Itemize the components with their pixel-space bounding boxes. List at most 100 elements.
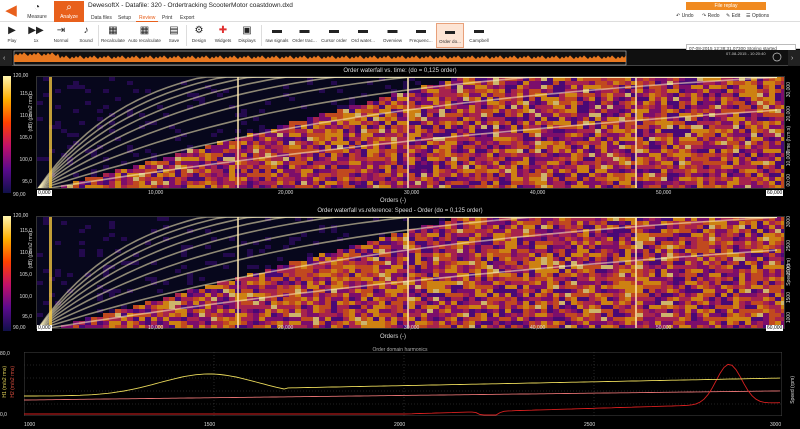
subtab-review[interactable]: Review	[136, 14, 159, 22]
analyze-icon: ⌕	[66, 2, 72, 13]
redo-button[interactable]: ↷ Redo	[702, 13, 720, 19]
redo-icon: ↷	[702, 13, 707, 19]
y-axis-bottom: 0,0	[0, 412, 7, 418]
screen-icon: ▬	[329, 25, 339, 36]
right-axis-tick: 1000	[786, 312, 792, 324]
y-axis-top: 80,0	[0, 351, 10, 357]
design-button[interactable]: ⚙ Design	[189, 23, 209, 48]
color-scale-label: (dB) (pm/s2 rms)	[28, 94, 34, 132]
screen-cursor-order[interactable]: ▬ Cursor order	[320, 23, 348, 48]
color-scale-max: 120,00	[13, 73, 29, 79]
x-tick: 40,000	[530, 325, 546, 331]
widgets-button[interactable]: ✚ Widgets	[212, 23, 234, 48]
x-tick: 0,000	[37, 325, 52, 331]
plus-icon: ✚	[218, 25, 228, 36]
x-tick: 2000	[394, 422, 406, 428]
color-scale-tick: 95,0	[22, 179, 32, 185]
x-tick: 2500	[584, 422, 596, 428]
subtab-print[interactable]: Print	[159, 14, 175, 22]
color-scale-min: 90,00	[13, 192, 26, 198]
x-tick: 40,000	[530, 190, 546, 196]
waterfall-time-panel[interactable]: Order waterfall vs. time: (do = 0,125 or…	[0, 66, 800, 206]
save-icon: ▤	[169, 25, 179, 36]
undo-button[interactable]: ↶ Undo	[676, 13, 694, 19]
screen-icon: ▬	[387, 25, 398, 36]
screen-icon: ▬	[416, 25, 426, 36]
x-tick: 20,000	[278, 190, 294, 196]
waterfall-heatmap-2[interactable]	[36, 216, 785, 329]
color-scale-bar[interactable]	[3, 76, 11, 193]
edit-button[interactable]: ✎ Edit	[726, 13, 740, 19]
displays-button[interactable]: ▣ Displays	[236, 23, 258, 48]
gear-icon: ⚙	[194, 25, 204, 36]
speed-1x-button[interactable]: ▶▶ 1x	[26, 23, 46, 48]
tab-analyze[interactable]: ⌕ Analyze	[54, 1, 84, 22]
overview-timeline[interactable]: ‹ › 07-08-2015 - 10:20:40	[0, 50, 800, 66]
color-scale-max: 120,00	[13, 213, 29, 219]
right-axis-tick: 1500	[786, 292, 792, 304]
right-axis-tick: 3000	[786, 216, 792, 228]
color-scale-tick: 105,0	[19, 135, 32, 141]
tab-measure[interactable]: ◔ Measure	[22, 1, 52, 22]
h1-axis-label: H1 (m/s2 rms)	[2, 366, 8, 398]
play-button[interactable]: ▶ Play	[2, 23, 22, 48]
x-tick: 1000	[24, 422, 36, 428]
x-axis-title: Orders (-)	[380, 198, 406, 204]
color-scale-min: 90,00	[13, 325, 26, 331]
h2-axis-label: H2 (m/s2 rms)	[10, 366, 16, 398]
auto-calc-icon: ▦	[139, 25, 150, 36]
screen-order-tracking[interactable]: ▬ Order trac...	[291, 23, 318, 48]
subtab-data-files[interactable]: Data files	[88, 14, 115, 22]
screen-icon: ▬	[272, 25, 282, 36]
right-axis-tick: 00:00	[786, 174, 792, 187]
color-scale-tick: 100,0	[19, 157, 32, 163]
waterfall-heatmap-1[interactable]	[36, 76, 785, 189]
color-scale-bar[interactable]	[3, 216, 11, 331]
auto-recalculate-button[interactable]: ▦ Auto recalculate	[127, 23, 162, 48]
speaker-icon: ♪	[83, 25, 89, 36]
waterfall-speed-panel[interactable]: Order waterfall vs.reference: Speed - Or…	[0, 206, 800, 346]
save-button[interactable]: ▤ Save	[164, 23, 184, 48]
overview-time-label: 07-08-2015 - 10:20:40	[726, 51, 766, 56]
overview-signal: ‹ ›	[0, 50, 800, 66]
x-tick: 10,000	[148, 190, 164, 196]
normal-button[interactable]: ⇥ Normal	[50, 23, 72, 48]
forward-icon: ▶▶	[28, 25, 44, 36]
dewesoft-logo-icon[interactable]: ◀	[2, 2, 20, 20]
toolbar: ▶ Play ▶▶ 1x ⇥ Normal ♪ Sound ▦ Recalculate ▦…	[0, 22, 800, 59]
color-scale-tick: 95,0	[22, 314, 32, 320]
x-tick: 60,000	[766, 325, 784, 331]
toolbar-divider	[261, 25, 262, 46]
overview-waveform	[14, 52, 626, 62]
x-axis-title: Orders (-)	[380, 334, 406, 340]
screen-overview[interactable]: ▬ Overview	[379, 23, 406, 48]
speed-axis-label: Speed (rpm)	[790, 376, 796, 404]
screen-frequency[interactable]: ▬ Frequenc...	[407, 23, 435, 48]
options-icon: ☰	[746, 13, 751, 19]
subtab-setup[interactable]: Setup	[115, 14, 134, 22]
subtab-export[interactable]: Export	[177, 14, 197, 22]
screen-icon: ▬	[474, 25, 484, 36]
x-tick: 10,000	[148, 325, 164, 331]
toolbar-divider	[98, 25, 99, 46]
harmonics-plot[interactable]	[24, 352, 782, 416]
scroll-right-button	[788, 50, 800, 66]
x-tick: 60,000	[766, 190, 784, 196]
sound-button[interactable]: ♪ Sound	[76, 23, 96, 48]
gauge-icon: ◔	[33, 2, 41, 13]
x-tick: 0,000	[37, 190, 52, 196]
options-button[interactable]: ☰ Options	[746, 13, 769, 19]
x-tick: 30,000	[404, 325, 420, 331]
edit-icon: ✎	[726, 13, 731, 19]
right-axis-tick: 2000	[786, 264, 792, 276]
recalculate-button[interactable]: ▦ Recalculate	[100, 23, 126, 48]
screen-ord-waterfall[interactable]: ▬ Ord water...	[349, 23, 377, 48]
title-bar: ◀ ◔ Measure ⌕ Analyze DewesoftX - Datafi…	[0, 0, 800, 22]
harmonics-panel[interactable]: Order domain harmonics 80,0 0,0 H1 (m/s2…	[0, 346, 800, 429]
screen-campbell[interactable]: ▬ Campbell	[466, 23, 492, 48]
dewesoft-window: ◀ ◔ Measure ⌕ Analyze DewesoftX - Datafi…	[0, 0, 800, 429]
screen-order-domain[interactable]: ▬ Order do...	[436, 23, 464, 48]
color-scale-label: (dB) (pm/s2 rms)	[28, 231, 34, 269]
right-axis-label: Time (h:m:s)	[786, 126, 792, 154]
screen-raw-signals[interactable]: ▬ raw signals	[264, 23, 290, 48]
